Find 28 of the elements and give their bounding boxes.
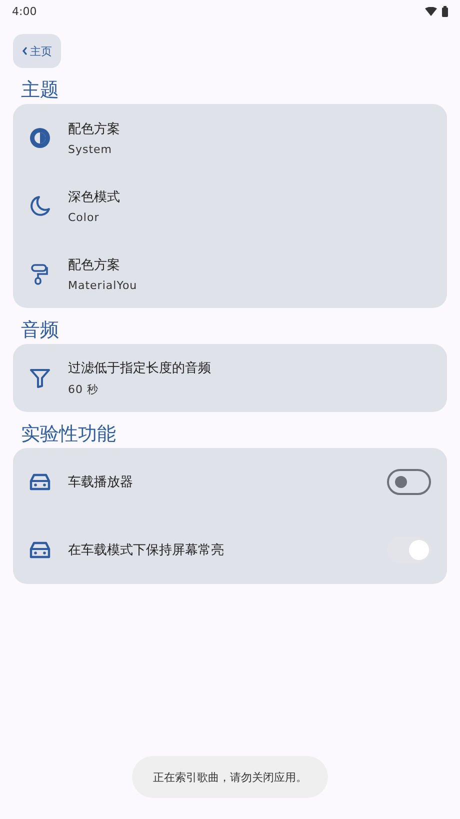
back-button[interactable]: 主页: [13, 34, 61, 68]
filter-icon: [28, 366, 52, 390]
settings-item[interactable]: 配色方案 MaterialYou: [13, 240, 447, 308]
item-subtitle: Color: [68, 211, 100, 224]
settings-item[interactable]: 过滤低于指定长度的音频 60 秒: [13, 344, 447, 412]
section-title: 主题: [20, 78, 60, 103]
wifi-icon: [425, 6, 437, 16]
settings-item[interactable]: 配色方案 System: [13, 104, 447, 172]
item-subtitle: MaterialYou: [68, 279, 138, 292]
item-title: 车载播放器: [68, 474, 134, 491]
moon-icon: [28, 194, 52, 218]
settings-item[interactable]: 深色模式 Color: [13, 172, 447, 240]
item-title: 配色方案: [68, 121, 121, 138]
settings-item[interactable]: 车载播放器: [13, 448, 447, 516]
item-title: 深色模式: [68, 189, 121, 206]
item-subtitle: 60 秒: [68, 382, 100, 397]
section-title: 实验性功能: [20, 422, 117, 447]
toast-message: 正在索引歌曲，请勿关闭应用。: [132, 756, 328, 798]
chevron-left-icon: [22, 47, 27, 55]
status-time: 4:00: [12, 4, 37, 18]
item-title: 在车载模式下保持屏幕常亮: [68, 542, 225, 559]
item-subtitle: System: [68, 143, 114, 156]
battery-icon: [442, 6, 448, 16]
item-title: 过滤低于指定长度的音频: [68, 360, 212, 377]
contrast-icon: [28, 126, 52, 150]
toggle-switch[interactable]: [387, 469, 431, 495]
item-title: 配色方案: [68, 257, 121, 274]
section-title: 音频: [20, 318, 60, 343]
